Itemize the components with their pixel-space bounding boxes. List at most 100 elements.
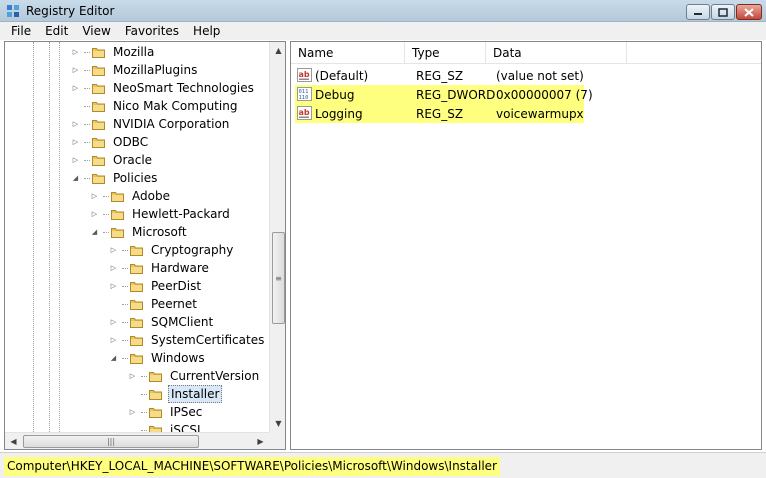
expand-arrow-icon[interactable]: ▷ [71,120,80,129]
registry-tree: ▷ Mozilla ▷ MozillaPlugins ▷ NeoSmart Technol… [5,42,269,432]
tree-item-label: PeerDist [151,279,202,293]
minimize-button[interactable] [686,4,710,20]
menu-file[interactable]: File [4,24,38,38]
maximize-button[interactable] [711,4,735,20]
tree-connector [122,303,128,305]
expand-arrow-icon[interactable]: ▷ [71,66,80,75]
folder-icon [92,137,105,148]
tree-connector [84,177,90,179]
svg-text:110: 110 [299,95,309,101]
tree-item-neosmart-technologies[interactable]: ▷ NeoSmart Technologies [71,79,256,97]
menu-help[interactable]: Help [186,24,227,38]
column-header-data[interactable]: Data [486,42,627,64]
expand-arrow-icon[interactable]: ▷ [109,336,118,345]
expand-arrow-icon[interactable]: ▷ [71,156,80,165]
tree-vertical-scrollbar[interactable]: ▲ ≡ ▼ [269,42,285,432]
tree-item-nico-mak-computing[interactable]: Nico Mak Computing [71,97,239,115]
tree-connector [122,357,128,359]
tree-item-label: Nico Mak Computing [113,99,238,113]
folder-icon [149,389,162,400]
column-header-type[interactable]: Type [405,42,486,64]
tree-horizontal-scroll-thumb[interactable]: ||| [23,435,199,448]
collapse-arrow-icon[interactable]: ◢ [109,354,118,363]
tree-item-mozilla[interactable]: ▷ Mozilla [71,43,156,61]
tree-item-label: NVIDIA Corporation [113,117,230,131]
folder-icon [130,245,143,256]
tree-item-label: Microsoft [132,225,187,239]
tree-connector [84,159,90,161]
expand-arrow-icon[interactable]: ▷ [71,84,80,93]
tree-item-label: Installer [168,385,223,403]
scroll-down-arrow-icon[interactable]: ▼ [270,415,285,432]
tree-connector [103,195,109,197]
tree-item-cryptography[interactable]: ▷ Cryptography [109,241,235,259]
folder-icon [130,281,143,292]
expand-arrow-icon[interactable]: ▷ [71,138,80,147]
folder-icon [130,317,143,328]
tree-item-installer[interactable]: Installer [128,385,223,403]
menu-favorites[interactable]: Favorites [118,24,186,38]
tree-item-sqmclient[interactable]: ▷ SQMClient [109,313,215,331]
title-bar[interactable]: Registry Editor [0,0,766,22]
expand-arrow-icon[interactable]: ▷ [71,48,80,57]
tree-item-peerdist[interactable]: ▷ PeerDist [109,277,203,295]
expand-arrow-icon[interactable]: ▷ [128,372,137,381]
tree-item-nvidia-corporation[interactable]: ▷ NVIDIA Corporation [71,115,231,133]
expand-arrow-icon[interactable]: ▷ [128,408,137,417]
folder-icon [92,65,105,76]
menu-view[interactable]: View [75,24,117,38]
expand-arrow-icon[interactable]: ▷ [90,192,99,201]
tree-item-ipsec[interactable]: ▷ IPSec [128,403,204,421]
tree-item-label: CurrentVersion [170,369,260,383]
value-row-debug[interactable]: 011 110 Debug REG_DWORD 0x00000007 (7) [295,85,593,104]
value-row-logging[interactable]: ab Logging REG_SZ voicewarmupx [295,104,584,123]
tree-horizontal-scrollbar[interactable]: ◀ ||| ▶ [5,432,269,449]
tree-item-label: NeoSmart Technologies [113,81,254,95]
menu-edit[interactable]: Edit [38,24,75,38]
value-name-cell: Debug [315,88,355,102]
tree-item-mozillaplugins[interactable]: ▷ MozillaPlugins [71,61,199,79]
column-header-name[interactable]: Name [291,42,405,64]
tree-item-label: Adobe [132,189,170,203]
expand-arrow-icon[interactable]: ▷ [109,264,118,273]
collapse-arrow-icon[interactable]: ◢ [90,228,99,237]
close-button[interactable] [736,4,762,20]
collapse-arrow-icon[interactable]: ◢ [71,174,80,183]
folder-icon [130,335,143,346]
tree-item-hewlett-packard[interactable]: ▷ Hewlett-Packard [90,205,232,223]
expand-arrow-icon[interactable]: ▷ [109,246,118,255]
scroll-right-arrow-icon[interactable]: ▶ [252,433,269,449]
tree-item-currentversion[interactable]: ▷ CurrentVersion [128,367,261,385]
tree-item-odbc[interactable]: ▷ ODBC [71,133,150,151]
binary-value-icon: 011110 [297,87,312,101]
tree-item-adobe[interactable]: ▷ Adobe [90,187,172,205]
tree-item-policies[interactable]: ◢ Policies [71,169,159,187]
tree-item-oracle[interactable]: ▷ Oracle [71,151,154,169]
scroll-left-arrow-icon[interactable]: ◀ [5,433,22,449]
tree-item-label: ODBC [113,135,149,149]
tree-item-label: SQMClient [151,315,214,329]
expand-arrow-icon[interactable]: ▷ [90,210,99,219]
svg-text:ab: ab [299,70,310,79]
value-type-cell: REG_DWORD [416,88,496,102]
window-title: Registry Editor [26,4,115,18]
tree-item-windows[interactable]: ◢ Windows [109,349,207,367]
tree-item-iscsi[interactable]: iSCSI [128,421,203,432]
value-row-default[interactable]: ab (Default) REG_SZ (value not set) [295,66,584,85]
expand-arrow-icon[interactable]: ▷ [109,282,118,291]
maximize-icon [718,7,728,17]
tree-item-systemcertificates[interactable]: ▷ SystemCertificates [109,331,266,349]
status-bar: Computer\HKEY_LOCAL_MACHINE\SOFTWARE\Pol… [0,452,766,478]
registry-values-pane[interactable]: Name Type Data ab (Default) REG_SZ (value n… [290,41,762,450]
scroll-up-arrow-icon[interactable]: ▲ [270,42,285,59]
expand-arrow-icon[interactable]: ▷ [109,318,118,327]
tree-item-hardware[interactable]: ▷ Hardware [109,259,211,277]
tree-item-peernet[interactable]: Peernet [109,295,199,313]
folder-icon [111,209,124,220]
tree-item-label: iSCSI [170,423,201,432]
tree-vertical-scroll-thumb[interactable]: ≡ [272,232,285,324]
registry-tree-pane[interactable]: ▷ Mozilla ▷ MozillaPlugins ▷ NeoSmart Technol… [4,41,286,450]
folder-icon [92,101,105,112]
tree-item-microsoft[interactable]: ◢ Microsoft [90,223,189,241]
tree-connector [141,375,147,377]
